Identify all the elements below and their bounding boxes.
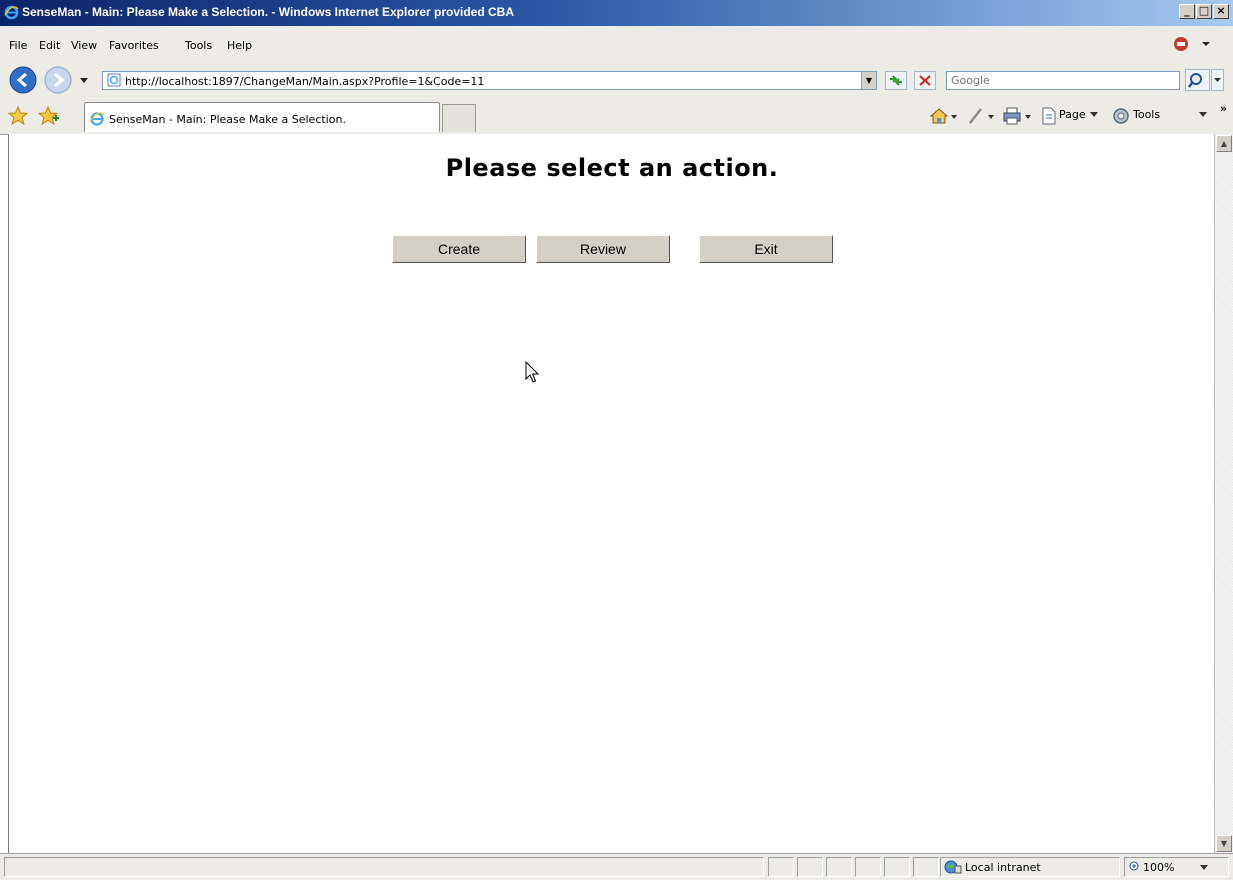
mouse-cursor-icon [525, 361, 540, 383]
menu-edit[interactable]: Edit [39, 39, 60, 52]
forward-icon[interactable] [44, 66, 72, 94]
status-pane [826, 857, 852, 877]
status-bar: Local intranet 100% [0, 853, 1233, 880]
scroll-up-icon[interactable]: ▲ [1216, 135, 1232, 152]
stop-icon[interactable] [914, 71, 936, 90]
menu-tools[interactable]: Tools [185, 39, 212, 52]
review-button[interactable]: Review [536, 235, 670, 263]
tab-senseman-main[interactable]: SenseMan - Main: Please Make a Selection… [84, 102, 440, 132]
menu-favorites[interactable]: Favorites [109, 39, 159, 52]
security-zone-pane[interactable]: Local intranet [940, 857, 1120, 877]
create-button[interactable]: Create [392, 235, 526, 263]
maximize-button[interactable]: □ [1196, 4, 1212, 19]
tab-bar: SenseMan - Main: Please Make a Selection… [0, 98, 1233, 135]
zoom-pane[interactable]: 100% [1124, 857, 1229, 877]
menu-bar: File Edit View Favorites Tools Help [0, 26, 1233, 63]
back-icon[interactable] [9, 66, 37, 94]
new-tab-button[interactable] [442, 104, 476, 132]
translate-icon[interactable] [1172, 35, 1212, 53]
history-dropdown-icon[interactable] [79, 77, 89, 85]
search-input[interactable] [951, 73, 1171, 88]
home-icon[interactable] [929, 106, 959, 126]
window-title: SenseMan - Main: Please Make a Selection… [22, 5, 515, 19]
ie-logo-icon [4, 5, 19, 20]
menu-help[interactable]: Help [227, 39, 252, 52]
tools-gear-icon[interactable] [1111, 106, 1131, 126]
minimize-button[interactable]: _ [1179, 4, 1195, 19]
status-pane [884, 857, 910, 877]
status-pane [768, 857, 794, 877]
search-icon[interactable] [1185, 69, 1225, 91]
page-content: Please select an action. Create Review E… [8, 134, 1215, 853]
security-zone-label: Local intranet [965, 861, 1041, 874]
address-url[interactable]: http://localhost:1897/ChangeMan/Main.asp… [125, 75, 484, 88]
add-favorites-icon[interactable] [38, 106, 60, 126]
status-pane [855, 857, 881, 877]
ie-tab-icon [89, 112, 105, 126]
print-icon[interactable] [1003, 106, 1033, 126]
exit-button[interactable]: Exit [699, 235, 833, 263]
page-dropdown-icon[interactable] [1089, 111, 1099, 119]
close-window-button[interactable]: × [1213, 4, 1229, 19]
window-titlebar: SenseMan - Main: Please Make a Selection… [0, 0, 1233, 26]
zoom-dropdown-icon[interactable] [1199, 864, 1209, 872]
more-commands-chevron-icon[interactable]: » [1220, 102, 1227, 115]
page-menu-label[interactable]: Page [1059, 108, 1086, 121]
page-heading: Please select an action. [445, 154, 779, 182]
feeds-icon[interactable] [966, 106, 996, 126]
tab-label: SenseMan - Main: Please Make a Selection… [109, 113, 346, 126]
status-pane [913, 857, 939, 877]
vertical-scrollbar[interactable]: ▲ ▼ [1214, 134, 1233, 853]
address-bar[interactable]: http://localhost:1897/ChangeMan/Main.asp… [102, 71, 877, 90]
status-pane [797, 857, 823, 877]
navigation-bar: http://localhost:1897/ChangeMan/Main.asp… [0, 62, 1233, 98]
scroll-down-icon[interactable]: ▼ [1216, 835, 1232, 852]
menu-view[interactable]: View [71, 39, 97, 52]
tools-menu-label[interactable]: Tools [1133, 108, 1160, 121]
tools-dropdown-icon[interactable] [1198, 111, 1208, 119]
zoom-icon [1129, 861, 1139, 871]
search-box[interactable] [946, 71, 1180, 90]
page-menu-icon[interactable] [1040, 106, 1058, 126]
favorites-star-icon[interactable] [8, 106, 28, 126]
page-icon [107, 73, 121, 87]
refresh-icon[interactable] [885, 71, 907, 90]
zoom-level: 100% [1143, 861, 1175, 874]
status-message-pane [4, 857, 764, 877]
address-dropdown-icon[interactable]: ▼ [861, 71, 877, 90]
intranet-globe-icon [944, 860, 962, 874]
menu-file[interactable]: File [9, 39, 27, 52]
